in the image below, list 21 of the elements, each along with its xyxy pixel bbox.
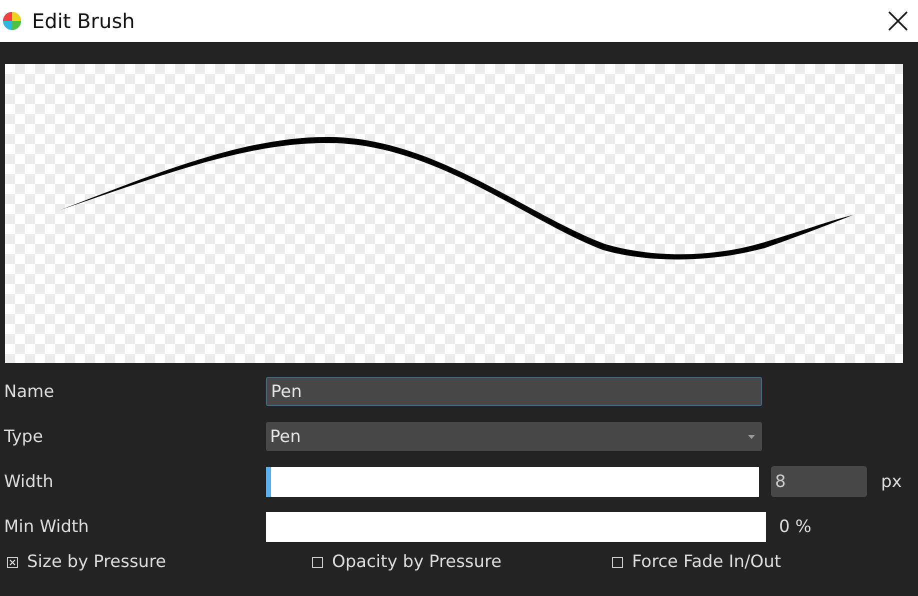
checkbox[interactable] (612, 556, 623, 568)
checkbox-label[interactable]: Opacity by Pressure (332, 552, 502, 572)
checkbox-label[interactable]: Size by Pressure (27, 552, 166, 572)
dropdown-arrow-icon (748, 434, 755, 438)
checkbox-label[interactable]: Force Fade In/Out (632, 552, 782, 572)
name-field[interactable]: Pen (266, 377, 762, 406)
close-button[interactable] (886, 9, 910, 33)
unit-label: px (881, 472, 902, 492)
slider-thumb[interactable] (266, 466, 271, 496)
field-label: Name (4, 382, 56, 402)
checkbox[interactable] (312, 556, 323, 568)
app-logo-icon (1, 10, 23, 32)
checkbox[interactable] (7, 556, 18, 568)
type-dropdown[interactable]: Pen (266, 422, 762, 451)
percent-reading: 0 % (779, 516, 812, 536)
width-slider[interactable] (266, 466, 759, 496)
window-title: Edit Brush (32, 9, 136, 33)
field-label: Type (4, 426, 44, 446)
field-label: Width (4, 472, 54, 492)
width-value-field[interactable]: 8 (771, 466, 867, 497)
field-label: Min Width (4, 516, 90, 536)
